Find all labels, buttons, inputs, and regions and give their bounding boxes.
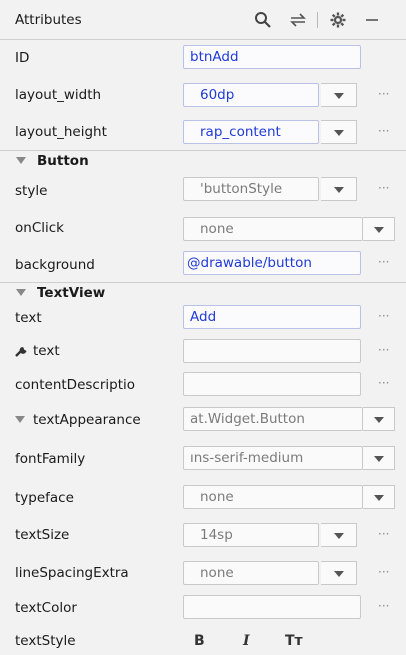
section-button[interactable]: Button [0,150,406,172]
section-textview[interactable]: TextView [0,282,406,304]
text-size-field[interactable]: 14sp [183,523,319,547]
chevron-down-icon [373,495,384,501]
row-typeface: typeface none [0,481,406,517]
tools-text-more-button[interactable]: ··· [378,343,389,357]
text-label: text [15,310,42,326]
text-color-more-button[interactable]: ··· [378,599,389,613]
layout-width-more-button[interactable]: ··· [378,87,389,101]
style-more-button[interactable]: ··· [378,181,389,195]
chevron-down-icon [373,417,384,423]
collapse-triangle-icon [16,289,26,296]
typeface-dropdown[interactable] [363,485,395,509]
content-description-more-button[interactable]: ··· [378,376,389,390]
chevron-down-icon [373,227,384,233]
font-family-field[interactable]: ıns-serif-medium [183,446,363,470]
row-onclick: onClick none [0,210,406,248]
row-tools-text: text ··· [0,336,406,370]
italic-toggle[interactable]: I [243,633,250,649]
gear-icon[interactable] [328,10,348,30]
row-text: text Add ··· [0,304,406,336]
text-field[interactable]: Add [183,305,361,329]
chevron-down-icon [333,187,344,193]
wrench-icon [15,343,29,361]
chevron-down-icon [333,130,344,136]
text-appearance-label-wrap: textAppearance [15,412,171,428]
chevron-down-icon [333,571,344,577]
line-spacing-extra-field[interactable]: none [183,561,319,585]
text-size-more-button[interactable]: ··· [378,527,389,541]
row-layout-height: layout_height rap_content ··· [0,113,406,149]
text-size-dropdown[interactable] [321,523,357,547]
layout-width-field[interactable]: 60dp [183,83,319,107]
typeface-label: typeface [15,490,74,506]
panel-title: Attributes [15,12,82,28]
section-button-title: Button [37,153,89,169]
layout-width-dropdown[interactable] [321,83,357,107]
background-more-button[interactable]: ··· [378,255,389,269]
content-description-label: contentDescriptio [15,377,136,393]
line-spacing-extra-label: lineSpacingExtra [15,565,129,581]
tools-text-label: text [33,343,60,359]
line-spacing-extra-dropdown[interactable] [321,561,357,585]
row-text-size: textSize 14sp ··· [0,519,406,555]
text-color-field[interactable] [183,595,361,619]
all-caps-toggle[interactable]: Tт [285,633,303,649]
id-label: ID [15,50,30,66]
row-line-spacing-extra: lineSpacingExtra none ··· [0,557,406,593]
row-content-description: contentDescriptio ··· [0,370,406,404]
style-label: style [15,183,48,199]
style-dropdown[interactable] [321,177,357,201]
layout-height-more-button[interactable]: ··· [378,124,389,138]
text-color-label: textColor [15,600,77,616]
layout-height-dropdown[interactable] [321,120,357,144]
style-field[interactable]: 'buttonStyle [183,177,319,201]
attributes-header: Attributes [0,0,406,40]
onclick-dropdown[interactable] [363,217,395,241]
expand-triangle-icon[interactable] [15,416,25,423]
text-size-label: textSize [15,527,70,543]
line-spacing-extra-more-button[interactable]: ··· [378,565,389,579]
background-field[interactable]: @drawable/button [183,251,361,275]
row-id: ID btnAdd [0,40,406,74]
text-appearance-dropdown[interactable] [363,407,395,431]
font-family-dropdown[interactable] [363,446,395,470]
row-font-family: fontFamily ıns-serif-medium [0,443,406,479]
text-style-label: textStyle [15,633,76,649]
id-field[interactable]: btnAdd [183,45,361,69]
text-more-button[interactable]: ··· [378,309,389,323]
onclick-field[interactable]: none [183,217,363,241]
search-icon[interactable] [253,10,273,30]
row-text-appearance: textAppearance at.Widget.Button [0,404,406,440]
tools-text-field[interactable] [183,339,361,363]
bold-toggle[interactable]: B [194,633,205,649]
content-description-field[interactable] [183,372,361,396]
row-style: style 'buttonStyle ··· [0,172,406,208]
layout-height-label: layout_height [15,124,107,140]
row-layout-width: layout_width 60dp ··· [0,76,406,112]
background-label: background [15,257,95,273]
chevron-down-icon [373,456,384,462]
row-background: background @drawable/button ··· [0,249,406,283]
layout-width-label: layout_width [15,87,102,103]
chevron-down-icon [333,533,344,539]
toolbar-divider [317,12,318,28]
tools-text-label-wrap: text [15,343,60,361]
chevron-down-icon [333,93,344,99]
onclick-label: onClick [15,220,64,236]
text-appearance-label: textAppearance [33,412,141,428]
layout-height-field[interactable]: rap_content [183,120,319,144]
text-appearance-field[interactable]: at.Widget.Button [183,407,363,431]
minimize-icon[interactable] [362,10,382,30]
swap-arrows-icon[interactable] [288,10,308,30]
section-textview-title: TextView [37,285,106,301]
typeface-field[interactable]: none [183,485,363,509]
row-text-color: textColor ··· [0,594,406,628]
collapse-triangle-icon [16,157,26,164]
font-family-label: fontFamily [15,451,86,467]
